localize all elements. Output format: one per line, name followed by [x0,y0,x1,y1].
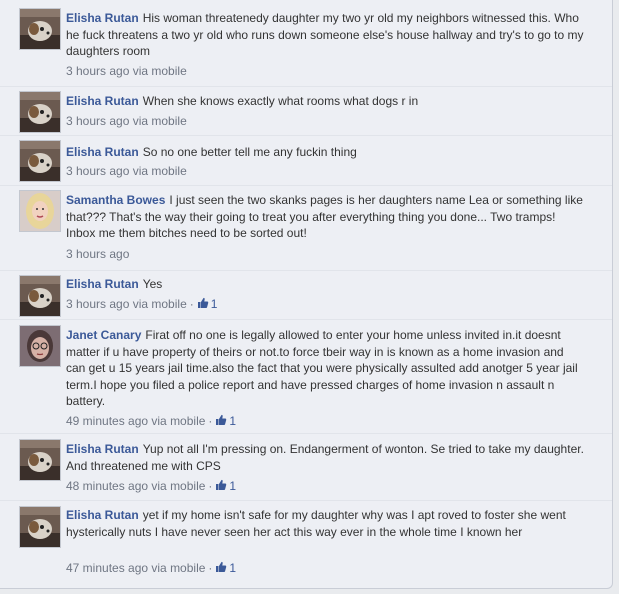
comment-timestamp[interactable]: 47 minutes ago via mobile [66,561,205,575]
author-name[interactable]: Elisha Rutan [66,11,139,25]
dog-photo-avatar-icon [20,507,60,547]
author-name[interactable]: Samantha Bowes [66,193,165,207]
comment-item: Janet Canary Firat off no one is legally … [0,319,612,434]
comment-item: Elisha Rutan His woman threatenedy daught… [0,0,612,86]
thumbs-up-icon [197,297,209,308]
like-count: 1 [229,561,237,575]
thumbs-up-icon [216,561,227,572]
comment-text: His woman threatenedy daughter my two yr… [66,11,584,58]
comment-item: Samantha Bowes I just seen the two skanks… [0,185,612,271]
avatar[interactable] [19,506,61,548]
comment-text: Yup not all I'm pressing on. Endangermen… [66,442,584,473]
dog-photo-avatar-icon [20,440,60,480]
like-button[interactable]: 1 [215,479,236,493]
comment-timestamp[interactable]: 3 hours ago [66,247,129,261]
like-button[interactable]: 1 [215,414,236,428]
comment-timestamp[interactable]: 3 hours ago via mobile [66,297,187,311]
thumbs-up-icon [216,479,227,490]
author-name[interactable]: Janet Canary [66,328,141,342]
avatar[interactable] [19,325,61,367]
comment-item: Elisha Rutan yet if my home isn't safe fo… [0,500,612,588]
comment-item: Elisha Rutan Yes 3 hours ago via mobile · 1 [0,270,612,320]
author-name[interactable]: Elisha Rutan [66,442,139,456]
comment-text: yet if my home isn't safe for my daughte… [66,508,566,539]
comment-item: Elisha Rutan Yup not all I'm pressing on.… [0,433,612,501]
separator-dot: · [208,561,213,575]
comment-text: Firat off no one is legally allowed to e… [66,328,578,408]
author-name[interactable]: Elisha Rutan [66,277,139,291]
separator-dot: · [208,479,213,493]
avatar[interactable] [19,140,61,182]
like-count: 1 [210,297,218,311]
author-name[interactable]: Elisha Rutan [66,145,139,159]
like-button[interactable]: 1 [197,297,218,311]
separator-dot: · [208,414,213,428]
comment-timestamp[interactable]: 49 minutes ago via mobile [66,414,205,428]
avatar[interactable] [19,8,61,50]
separator-dot: · [189,297,194,311]
avatar[interactable] [19,91,61,133]
dog-photo-avatar-icon [20,276,60,316]
comments-panel: Elisha Rutan His woman threatenedy daught… [0,0,613,589]
comment-timestamp[interactable]: 3 hours ago via mobile [66,164,187,178]
like-button[interactable]: 1 [215,561,236,575]
comment-timestamp[interactable]: 48 minutes ago via mobile [66,479,205,493]
avatar[interactable] [19,275,61,317]
like-count: 1 [229,479,237,493]
author-name[interactable]: Elisha Rutan [66,94,139,108]
comment-text: When she knows exactly what rooms what d… [142,94,419,108]
avatar[interactable] [19,439,61,481]
like-count: 1 [229,414,237,428]
thumbs-up-icon [216,414,227,425]
woman-glasses-avatar-icon [20,326,60,366]
comment-timestamp[interactable]: 3 hours ago via mobile [66,64,187,78]
comment-text: So no one better tell me any fuckin thin… [142,145,357,159]
dog-photo-avatar-icon [20,92,60,132]
dog-photo-avatar-icon [20,9,60,49]
dog-photo-avatar-icon [20,141,60,181]
comment-timestamp[interactable]: 3 hours ago via mobile [66,114,187,128]
author-name[interactable]: Elisha Rutan [66,508,139,522]
comment-text: Yes [142,277,163,291]
avatar[interactable] [19,190,61,232]
blonde-woman-avatar-icon [20,191,60,231]
comment-item: Elisha Rutan When she knows exactly what … [0,86,612,136]
comment-item: Elisha Rutan So no one better tell me any… [0,135,612,186]
